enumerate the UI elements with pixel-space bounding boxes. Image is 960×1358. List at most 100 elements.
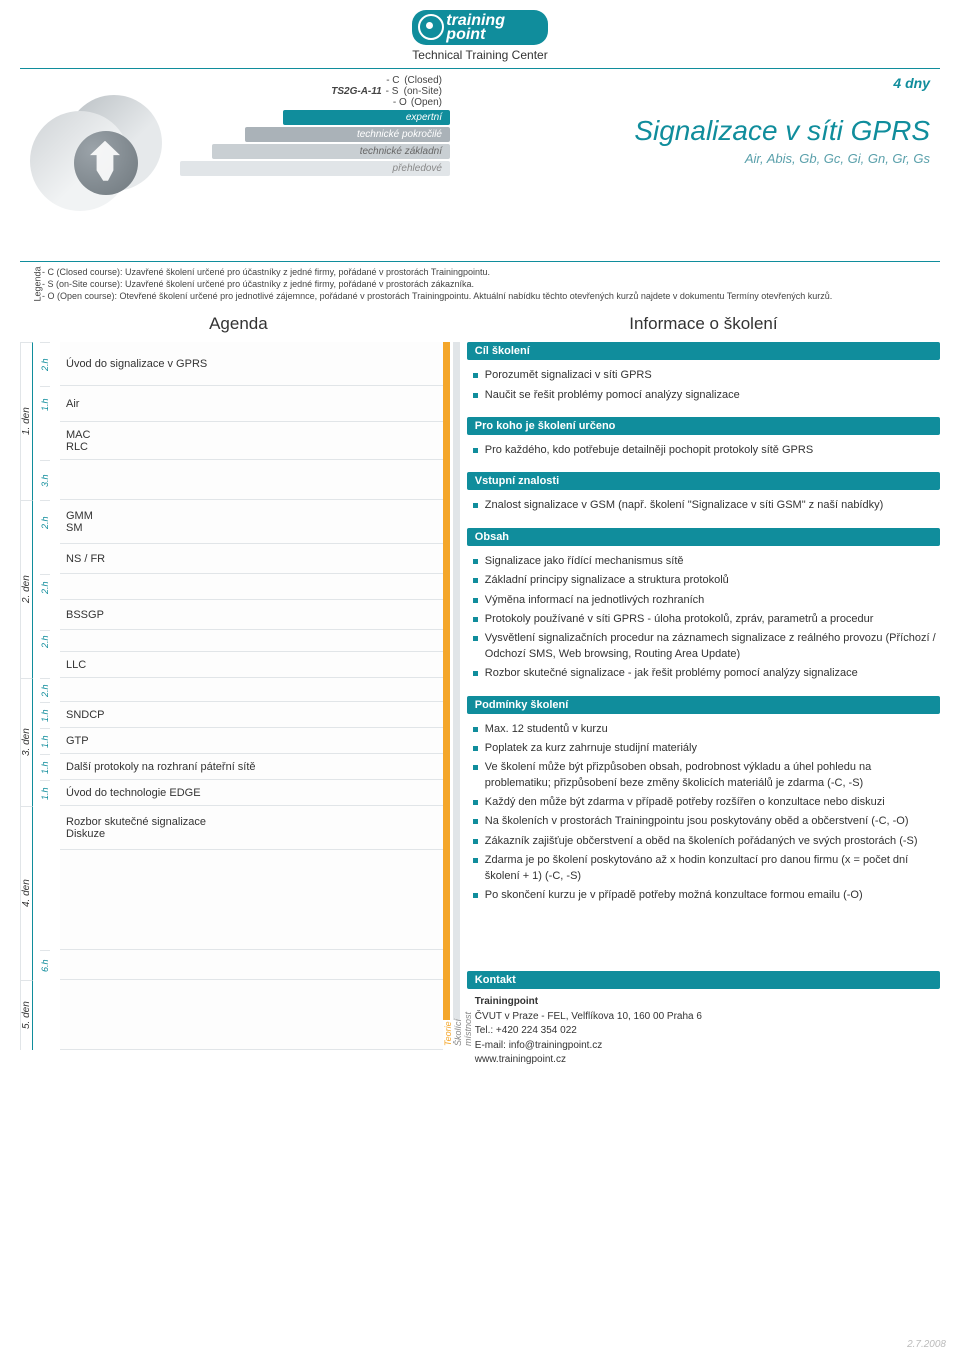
topic-cell [60, 460, 443, 500]
code-rows: - C(Closed)TS2G-A-11 - S (on-Site)- O (Open… [180, 75, 450, 108]
hour-cell: 2.h [40, 678, 50, 702]
kontakt: Kontakt Trainingpoint ČVUT v Praze - FEL… [467, 971, 940, 1068]
info-item: Rozbor skutečné signalizace - jak řešit … [471, 664, 936, 683]
kontakt-addr: ČVUT v Praze - FEL, Velflíkova 10, 160 0… [475, 1011, 702, 1022]
topic-text: SM [66, 522, 437, 534]
hour-cell: 6.h [40, 950, 50, 980]
bar-skolici [453, 342, 460, 1020]
hour-cell: 3.h [40, 460, 50, 500]
logo-line2: point [446, 28, 533, 42]
code-meaning: (Open) [411, 97, 442, 108]
topic-cell [60, 630, 443, 652]
level-basic: technické základní [212, 144, 450, 159]
info-heading: Vstupní znalosti [467, 472, 940, 490]
info-item: Výměna informací na jednotlivých rozhran… [471, 591, 936, 610]
topic-text: LLC [66, 659, 437, 671]
topic-text: SNDCP [66, 709, 437, 721]
topic-cell: Úvod do signalizace v GPRS [60, 342, 443, 386]
level-adv: technické pokročilé [245, 127, 450, 142]
info-item: Zákazník zajišťuje občerstvení a oběd na… [471, 832, 936, 851]
info-item: Porozumět signalizaci v síti GPRS [471, 366, 936, 385]
info-item: Po skončení kurzu je v případě potřeby m… [471, 886, 936, 905]
topic-text: GTP [66, 735, 437, 747]
info-heading: Cíl školení [467, 342, 940, 360]
kontakt-heading: Kontakt [467, 971, 940, 989]
info-list: Signalizace jako řídící mechanismus sítě… [467, 546, 940, 690]
topic-cell: Další protokoly na rozhraní páteřní sítě [60, 754, 443, 780]
info-heading: Podmínky školení [467, 696, 940, 714]
kontakt-body: Trainingpoint ČVUT v Praze - FEL, Velflí… [467, 989, 940, 1068]
code-letter: - S [386, 86, 400, 97]
day-cell: 1. den [20, 342, 33, 500]
agenda-grid: 1. den2. den3. den4. den5. den2.h1.h3.h2… [20, 342, 457, 1050]
legend-line: - O (Open course): Otevřené školení urče… [42, 290, 934, 302]
info-item: Protokoly používané v síti GPRS - úloha … [471, 610, 936, 629]
logo-subtitle: Technical Training Center [412, 48, 547, 62]
course-top-block: - C(Closed)TS2G-A-11 - S (on-Site)- O (Open… [20, 75, 940, 255]
info-column: Informace o školení Cíl školeníPorozumět… [467, 314, 940, 1068]
code-meaning: (on-Site) [404, 86, 442, 97]
info-item: Ve školení může být přizpůsoben obsah, p… [471, 758, 936, 793]
day-cell: 5. den [20, 980, 33, 1050]
course-title: Signalizace v síti GPRS [480, 115, 940, 147]
topic-text: MAC [66, 429, 437, 441]
level-expert: expertní [283, 110, 450, 125]
topic-text: Air [66, 398, 437, 410]
topic-text: Úvod do signalizace v GPRS [66, 358, 437, 370]
page-date: 2.7.2008 [907, 1339, 946, 1350]
bar-label-teorie: Teorie [443, 1020, 453, 1050]
header: training point Technical Training Center [20, 10, 940, 69]
logo: training point Technical Training Center [412, 10, 547, 62]
topic-cell: GMMSM [60, 500, 443, 544]
agenda-title: Agenda [20, 314, 457, 334]
kontakt-mail: E-mail: info@trainingpoint.cz [475, 1040, 602, 1051]
course-days: 4 dny [480, 75, 940, 91]
logo-pill: training point [412, 10, 547, 45]
info-item: Na školeních v prostorách Trainingpointu… [471, 812, 936, 831]
day-cell: 2. den [20, 500, 33, 678]
topic-cell: LLC [60, 652, 443, 678]
course-code: TS2G-A-11 [331, 86, 381, 97]
hour-cell: 2.h [40, 500, 50, 544]
info-heading: Pro koho je školení určeno [467, 417, 940, 435]
agenda-column: Agenda 1. den2. den3. den4. den5. den 2.h… [20, 314, 457, 1068]
code-row: - C(Closed) [180, 75, 450, 86]
info-item: Poplatek za kurz zahrnuje studijní mater… [471, 739, 936, 758]
topic-cell [60, 574, 443, 600]
bar-label-skolici: Školící místnost [453, 1020, 473, 1050]
topic-text: GMM [66, 510, 437, 522]
hour-cell: 2.h [40, 574, 50, 600]
info-item: Znalost signalizace v GSM (např. školení… [471, 496, 936, 515]
bar-teorie [443, 342, 450, 1020]
info-heading: Obsah [467, 528, 940, 546]
topic-text: NS / FR [66, 553, 437, 565]
kontakt-name: Trainingpoint [475, 996, 538, 1007]
code-letter: - C [386, 75, 400, 86]
info-item: Zdarma je po školení poskytováno až x ho… [471, 851, 936, 886]
topic-text: BSSGP [66, 609, 437, 621]
info-list: Znalost signalizace v GSM (např. školení… [467, 490, 940, 521]
code-letter: - O [393, 97, 407, 108]
info-item: Základní principy signalizace a struktur… [471, 571, 936, 590]
info-item: Pro každého, kdo potřebuje detailněji po… [471, 441, 936, 460]
topic-cell [60, 678, 443, 702]
topic-cell: Air [60, 386, 443, 422]
info-list: Porozumět signalizaci v síti GPRSNaučit … [467, 360, 940, 411]
topic-text: Další protokoly na rozhraní páteřní sítě [66, 761, 437, 773]
day-cell: 4. den [20, 806, 33, 980]
info-list: Max. 12 studentů v kurzuPoplatek za kurz… [467, 714, 940, 912]
info-sections: Cíl školeníPorozumět signalizaci v síti … [467, 342, 940, 911]
hour-cell: 1.h [40, 780, 50, 806]
topic-cell: GTP [60, 728, 443, 754]
info-item: Max. 12 studentů v kurzu [471, 720, 936, 739]
kontakt-tel: Tel.: +420 224 354 022 [475, 1025, 577, 1036]
topic-cell [60, 950, 443, 980]
info-list: Pro každého, kdo potřebuje detailněji po… [467, 435, 940, 466]
code-row: - O (Open) [180, 97, 450, 108]
topic-cell: Úvod do technologie EDGE [60, 780, 443, 806]
topic-text: Diskuze [66, 828, 437, 840]
info-item: Každý den může být zdarma v případě potř… [471, 793, 936, 812]
legend-label: Legenda [31, 266, 43, 301]
day-cell: 3. den [20, 678, 33, 806]
legend: Legenda - C (Closed course): Uzavřené šk… [20, 261, 940, 306]
